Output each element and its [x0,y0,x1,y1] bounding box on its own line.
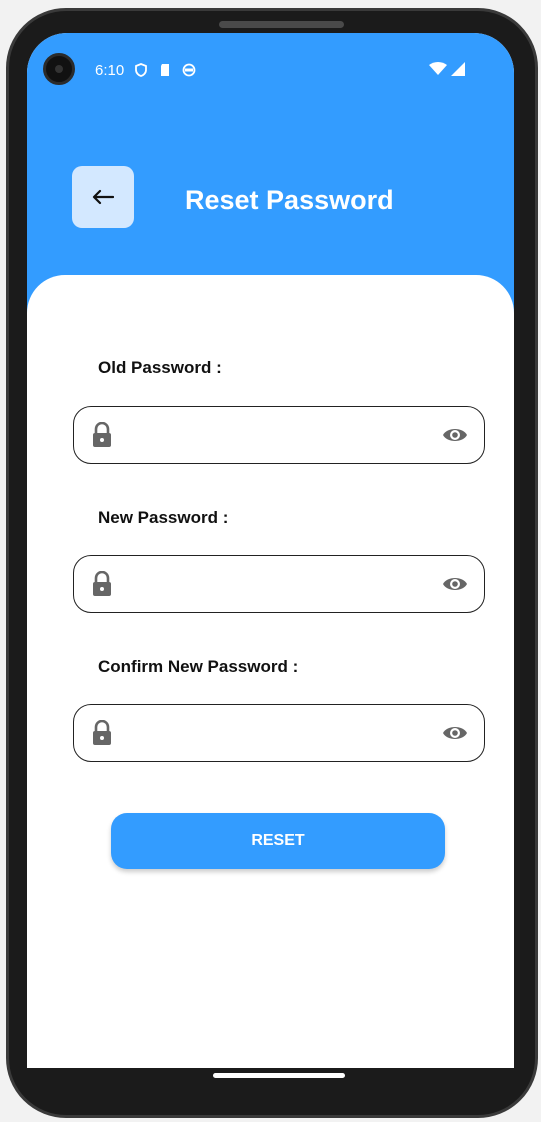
reset-button[interactable]: RESET [111,813,445,869]
app-screen: 6:10 Reset Password Old Password: New P… [27,33,514,1068]
signal-icon [451,62,465,76]
new-password-field[interactable] [73,555,485,613]
status-time: 6:10 [95,61,125,79]
lock-icon [93,571,111,596]
new-password-input[interactable] [124,566,424,602]
wifi-icon [429,62,447,75]
status-right [428,61,466,77]
sync-icon [182,63,196,77]
camera-icon [43,53,75,85]
speaker-grille [219,21,344,28]
lock-icon [93,720,111,745]
back-button[interactable] [72,166,134,228]
new-password-label: New Password : [98,508,229,527]
old-password-label: Old Password : [98,358,222,377]
shield-icon [135,63,148,77]
confirm-password-input[interactable] [124,715,424,751]
status-bar: 6:10 [95,60,196,80]
arrow-left-icon [92,189,114,205]
eye-icon[interactable] [442,722,468,744]
home-indicator[interactable] [213,1073,345,1078]
confirm-password-field[interactable] [73,704,485,762]
eye-icon[interactable] [442,573,468,595]
lock-icon [93,422,111,447]
old-password-field[interactable] [73,406,485,464]
page-title: Reset Password [185,185,394,215]
navigation-bar [27,1068,514,1098]
confirm-password-label: Confirm New Password : [98,657,299,676]
sd-card-icon [161,64,170,76]
old-password-input[interactable] [124,417,424,453]
eye-icon[interactable] [442,424,468,446]
